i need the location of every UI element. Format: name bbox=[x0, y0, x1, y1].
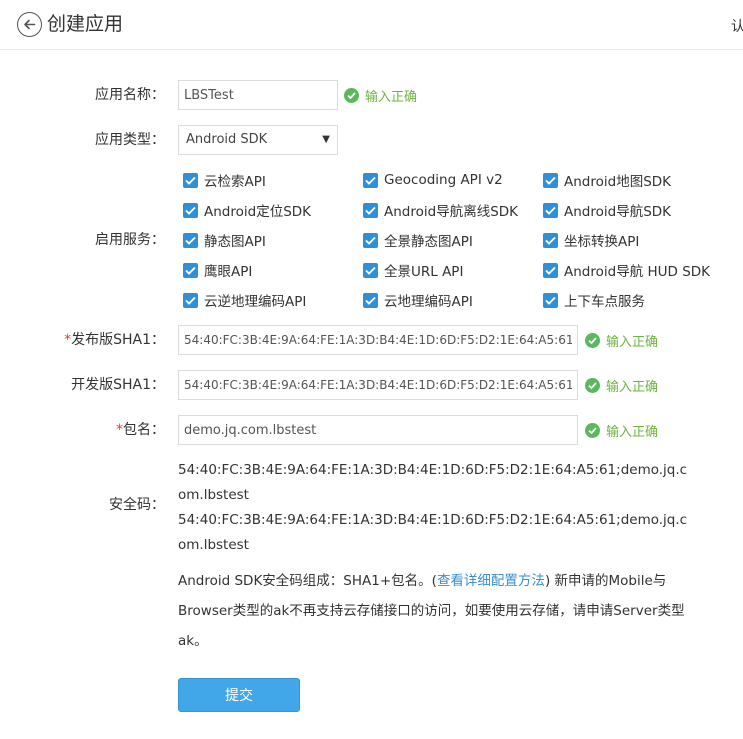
service-label: Android地图SDK bbox=[564, 174, 672, 190]
service-checkbox[interactable]: Android导航 HUD SDK bbox=[543, 260, 710, 280]
release-sha1-label: *发布版SHA1： bbox=[0, 330, 165, 350]
service-checkbox[interactable]: 全景静态图API bbox=[363, 230, 473, 250]
service-checkbox[interactable]: 云逆地理编码API bbox=[183, 290, 306, 310]
service-checkbox[interactable]: 鹰眼API bbox=[183, 260, 252, 280]
arrow-left-icon bbox=[24, 19, 36, 30]
service-checkbox[interactable]: Android定位SDK bbox=[183, 200, 311, 220]
check-circle-icon bbox=[585, 377, 600, 393]
dev-sha1-label: 开发版SHA1： bbox=[71, 377, 165, 393]
caret-down-icon: ▼ bbox=[322, 134, 330, 145]
checkbox-checked-icon bbox=[183, 232, 198, 248]
release-sha1-validation: 输入正确 bbox=[585, 330, 658, 350]
service-label: 全景静态图API bbox=[384, 234, 473, 250]
checkbox-checked-icon bbox=[543, 202, 558, 218]
package-validation: 输入正确 bbox=[585, 420, 658, 440]
checkbox-checked-icon bbox=[543, 172, 558, 188]
service-label: Android导航 HUD SDK bbox=[564, 264, 711, 280]
app-name-validation: 输入正确 bbox=[344, 85, 417, 105]
dev-sha1-validation: 输入正确 bbox=[585, 375, 658, 395]
service-label: 云逆地理编码API bbox=[204, 294, 307, 310]
validation-text: 输入正确 bbox=[606, 424, 659, 440]
checkbox-checked-icon bbox=[363, 232, 378, 248]
service-checkbox[interactable]: Android导航SDK bbox=[543, 200, 671, 220]
back-button[interactable] bbox=[17, 12, 42, 37]
service-label: 云地理编码API bbox=[384, 294, 473, 310]
service-label: 全景URL API bbox=[384, 264, 464, 280]
package-label-text: 包名： bbox=[123, 422, 165, 438]
check-circle-icon bbox=[585, 422, 600, 438]
page-header: 创建应用 认 bbox=[0, 0, 743, 50]
checkbox-checked-icon bbox=[183, 292, 198, 308]
service-checkbox[interactable]: 全景URL API bbox=[363, 260, 463, 280]
service-checkbox[interactable]: 云地理编码API bbox=[363, 290, 473, 310]
checkbox-checked-icon bbox=[543, 232, 558, 248]
service-label: 云检索API bbox=[204, 174, 266, 190]
checkbox-checked-icon bbox=[183, 202, 198, 218]
service-checkbox[interactable]: 云检索API bbox=[183, 170, 266, 190]
security-code-line: 54:40:FC:3B:4E:9A:64:FE:1A:3D:B4:4E:1D:6… bbox=[178, 512, 688, 553]
app-name-label: 应用名称： bbox=[95, 87, 165, 103]
header-right-text[interactable]: 认 bbox=[731, 16, 743, 36]
checkbox-checked-icon bbox=[363, 262, 378, 278]
app-type-select[interactable]: Android SDK ▼ bbox=[178, 125, 338, 155]
service-checkbox[interactable]: 坐标转换API bbox=[543, 230, 639, 250]
release-sha1-label-text: 发布版SHA1： bbox=[71, 332, 165, 348]
checkbox-checked-icon bbox=[363, 202, 378, 218]
service-checkbox[interactable]: 静态图API bbox=[183, 230, 266, 250]
app-type-value: Android SDK bbox=[186, 132, 268, 147]
release-sha1-input[interactable] bbox=[178, 325, 578, 355]
checkbox-checked-icon bbox=[183, 172, 198, 188]
service-checkbox[interactable]: Android导航离线SDK bbox=[363, 200, 518, 220]
dev-sha1-input[interactable] bbox=[178, 370, 578, 400]
service-checkbox[interactable]: Android地图SDK bbox=[543, 170, 671, 190]
service-label: Geocoding API v2 bbox=[384, 172, 503, 188]
required-mark: * bbox=[116, 422, 123, 438]
service-checkbox[interactable]: 上下车点服务 bbox=[543, 290, 645, 310]
service-label: Android导航SDK bbox=[564, 204, 672, 220]
package-input[interactable] bbox=[178, 415, 578, 445]
service-label: 上下车点服务 bbox=[564, 294, 645, 310]
checkbox-checked-icon bbox=[363, 172, 378, 188]
service-label: 静态图API bbox=[204, 234, 266, 250]
service-label: Android导航离线SDK bbox=[384, 204, 519, 220]
app-type-label: 应用类型： bbox=[95, 132, 165, 148]
checkbox-checked-icon bbox=[183, 262, 198, 278]
page-title: 创建应用 bbox=[47, 13, 124, 35]
config-help-link[interactable]: 查看详细配置方法 bbox=[437, 573, 545, 589]
checkbox-checked-icon bbox=[363, 292, 378, 308]
package-label: *包名： bbox=[0, 420, 165, 440]
validation-text: 输入正确 bbox=[606, 334, 659, 350]
check-circle-icon bbox=[344, 87, 359, 103]
check-circle-icon bbox=[585, 332, 600, 348]
checkbox-checked-icon bbox=[543, 292, 558, 308]
service-label: 坐标转换API bbox=[564, 234, 640, 250]
note-prefix: Android SDK安全码组成：SHA1+包名。( bbox=[178, 573, 437, 589]
service-checkbox[interactable]: Geocoding API v2 bbox=[363, 170, 503, 190]
security-code-note: Android SDK安全码组成：SHA1+包名。(查看详细配置方法) 新申请的… bbox=[178, 566, 688, 656]
checkbox-checked-icon bbox=[543, 262, 558, 278]
validation-text: 输入正确 bbox=[606, 379, 659, 395]
security-code-line: 54:40:FC:3B:4E:9A:64:FE:1A:3D:B4:4E:1D:6… bbox=[178, 462, 688, 503]
validation-text: 输入正确 bbox=[365, 89, 418, 105]
submit-button[interactable]: 提交 bbox=[178, 678, 300, 712]
app-name-input[interactable] bbox=[178, 80, 338, 110]
service-label: 鹰眼API bbox=[204, 264, 253, 280]
services-label: 启用服务： bbox=[95, 232, 165, 248]
service-label: Android定位SDK bbox=[204, 204, 312, 220]
security-code-value: 54:40:FC:3B:4E:9A:64:FE:1A:3D:B4:4E:1D:6… bbox=[178, 458, 688, 558]
security-code-label: 安全码： bbox=[109, 497, 165, 513]
